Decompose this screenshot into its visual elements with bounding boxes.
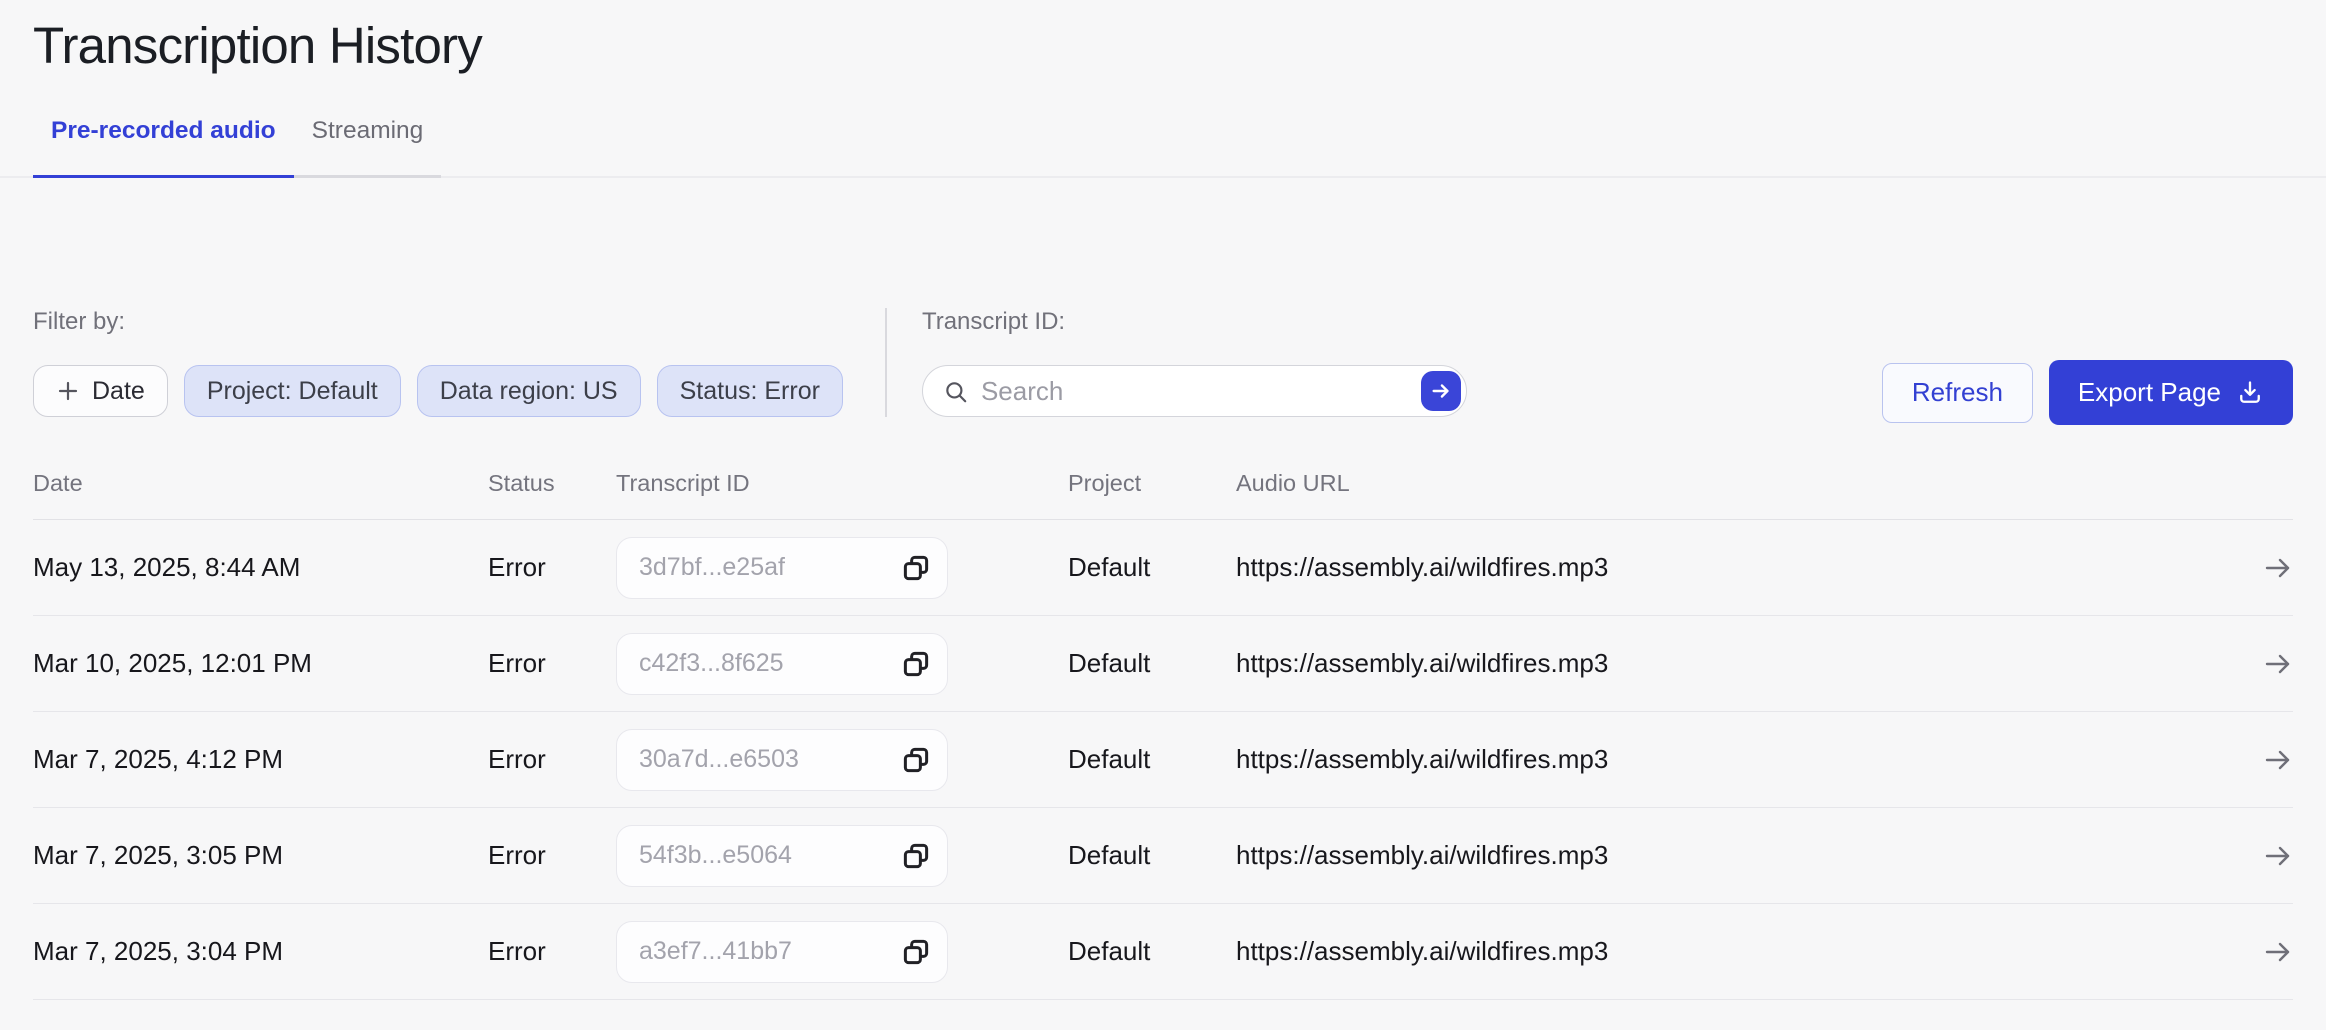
audio-url-cell: https://assembly.ai/wildfires.mp3 <box>1236 936 2249 967</box>
audio-url-cell: https://assembly.ai/wildfires.mp3 <box>1236 552 2249 583</box>
transcript-id-search-group: Transcript ID: <box>885 308 1467 417</box>
audio-url-cell: https://assembly.ai/wildfires.mp3 <box>1236 648 2249 679</box>
chip-label: Date <box>92 377 145 406</box>
copy-transcript-id-button[interactable] <box>899 551 933 585</box>
table-row[interactable]: Mar 10, 2025, 12:01 PM Error c42f3...8f6… <box>33 616 2293 712</box>
column-header-date: Date <box>33 470 488 497</box>
transcript-id-text: 30a7d...e6503 <box>639 745 799 774</box>
plus-icon <box>56 379 80 403</box>
project-cell: Default <box>1068 648 1236 679</box>
table-row[interactable]: Mar 7, 2025, 4:12 PM Error 30a7d...e6503… <box>33 712 2293 808</box>
status-cell: Error <box>488 648 616 679</box>
chip-label: Project: Default <box>207 377 378 406</box>
copy-transcript-id-button[interactable] <box>899 743 933 777</box>
column-header-status: Status <box>488 470 616 497</box>
arrow-right-icon <box>1430 380 1452 402</box>
filter-group: Filter by: Date Project: Default Data re… <box>33 308 885 417</box>
copy-transcript-id-button[interactable] <box>899 935 933 969</box>
transcript-id-pill: c42f3...8f625 <box>616 633 948 695</box>
open-transcript-button[interactable] <box>2249 555 2293 581</box>
transcript-id-text: 3d7bf...e25af <box>639 553 785 582</box>
refresh-button-label: Refresh <box>1912 377 2003 408</box>
open-transcript-button[interactable] <box>2249 747 2293 773</box>
table-body: May 13, 2025, 8:44 AM Error 3d7bf...e25a… <box>33 520 2293 1000</box>
open-transcript-button[interactable] <box>2249 651 2293 677</box>
transcript-id-text: c42f3...8f625 <box>639 649 784 678</box>
filter-chip-project[interactable]: Project: Default <box>184 365 401 417</box>
date-cell: May 13, 2025, 8:44 AM <box>33 552 488 583</box>
transcription-table: Date Status Transcript ID Project Audio … <box>33 454 2293 1000</box>
status-cell: Error <box>488 552 616 583</box>
filter-chip-status[interactable]: Status: Error <box>657 365 843 417</box>
table-row[interactable]: May 13, 2025, 8:44 AM Error 3d7bf...e25a… <box>33 520 2293 616</box>
tab-bar: Pre-recorded audio Streaming <box>33 117 2293 178</box>
project-cell: Default <box>1068 552 1236 583</box>
arrow-right-icon <box>2263 555 2293 581</box>
status-cell: Error <box>488 936 616 967</box>
column-header-audio-url: Audio URL <box>1236 470 2249 497</box>
copy-transcript-id-button[interactable] <box>899 839 933 873</box>
transcript-id-label: Transcript ID: <box>922 308 1467 336</box>
copy-icon <box>901 841 931 871</box>
project-cell: Default <box>1068 936 1236 967</box>
audio-url-cell: https://assembly.ai/wildfires.mp3 <box>1236 744 2249 775</box>
open-transcript-button[interactable] <box>2249 843 2293 869</box>
chip-label: Data region: US <box>440 377 618 406</box>
arrow-right-icon <box>2263 843 2293 869</box>
filter-action-bar: Filter by: Date Project: Default Data re… <box>33 308 2293 425</box>
tab-label: Streaming <box>312 117 424 145</box>
column-header-transcript-id: Transcript ID <box>616 470 1068 497</box>
open-transcript-button[interactable] <box>2249 939 2293 965</box>
search-submit-button[interactable] <box>1421 371 1461 411</box>
transcript-id-text: a3ef7...41bb7 <box>639 937 792 966</box>
copy-icon <box>901 937 931 967</box>
date-cell: Mar 10, 2025, 12:01 PM <box>33 648 488 679</box>
search-box <box>922 365 1467 417</box>
table-row[interactable]: Mar 7, 2025, 3:05 PM Error 54f3b...e5064… <box>33 808 2293 904</box>
copy-icon <box>901 649 931 679</box>
status-cell: Error <box>488 744 616 775</box>
export-page-button[interactable]: Export Page <box>2049 360 2293 425</box>
status-cell: Error <box>488 840 616 871</box>
transcript-id-pill: 3d7bf...e25af <box>616 537 948 599</box>
arrow-right-icon <box>2263 747 2293 773</box>
chip-label: Status: Error <box>680 377 820 406</box>
refresh-button[interactable]: Refresh <box>1882 363 2033 423</box>
copy-icon <box>901 553 931 583</box>
date-cell: Mar 7, 2025, 4:12 PM <box>33 744 488 775</box>
transcript-id-pill: a3ef7...41bb7 <box>616 921 948 983</box>
date-cell: Mar 7, 2025, 3:05 PM <box>33 840 488 871</box>
arrow-right-icon <box>2263 651 2293 677</box>
audio-url-cell: https://assembly.ai/wildfires.mp3 <box>1236 840 2249 871</box>
project-cell: Default <box>1068 744 1236 775</box>
table-row[interactable]: Mar 7, 2025, 3:04 PM Error a3ef7...41bb7… <box>33 904 2293 1000</box>
transcript-id-pill: 30a7d...e6503 <box>616 729 948 791</box>
project-cell: Default <box>1068 840 1236 871</box>
search-input[interactable] <box>981 376 1381 407</box>
search-icon <box>943 379 969 405</box>
page-title: Transcription History <box>33 0 2293 75</box>
date-cell: Mar 7, 2025, 3:04 PM <box>33 936 488 967</box>
action-buttons: Refresh Export Page <box>1882 308 2293 425</box>
copy-transcript-id-button[interactable] <box>899 647 933 681</box>
tab-streaming[interactable]: Streaming <box>294 117 442 178</box>
add-date-filter-button[interactable]: Date <box>33 365 168 417</box>
tab-pre-recorded-audio[interactable]: Pre-recorded audio <box>33 117 294 178</box>
transcription-history-page: Transcription History Pre-recorded audio… <box>0 0 2326 1030</box>
export-button-label: Export Page <box>2078 377 2221 408</box>
transcript-id-pill: 54f3b...e5064 <box>616 825 948 887</box>
copy-icon <box>901 745 931 775</box>
filter-by-label: Filter by: <box>33 308 843 336</box>
filter-chip-data-region[interactable]: Data region: US <box>417 365 641 417</box>
column-header-project: Project <box>1068 470 1236 497</box>
transcript-id-text: 54f3b...e5064 <box>639 841 792 870</box>
tab-label: Pre-recorded audio <box>51 117 276 145</box>
download-icon <box>2236 379 2264 407</box>
arrow-right-icon <box>2263 939 2293 965</box>
table-header-row: Date Status Transcript ID Project Audio … <box>33 454 2293 520</box>
